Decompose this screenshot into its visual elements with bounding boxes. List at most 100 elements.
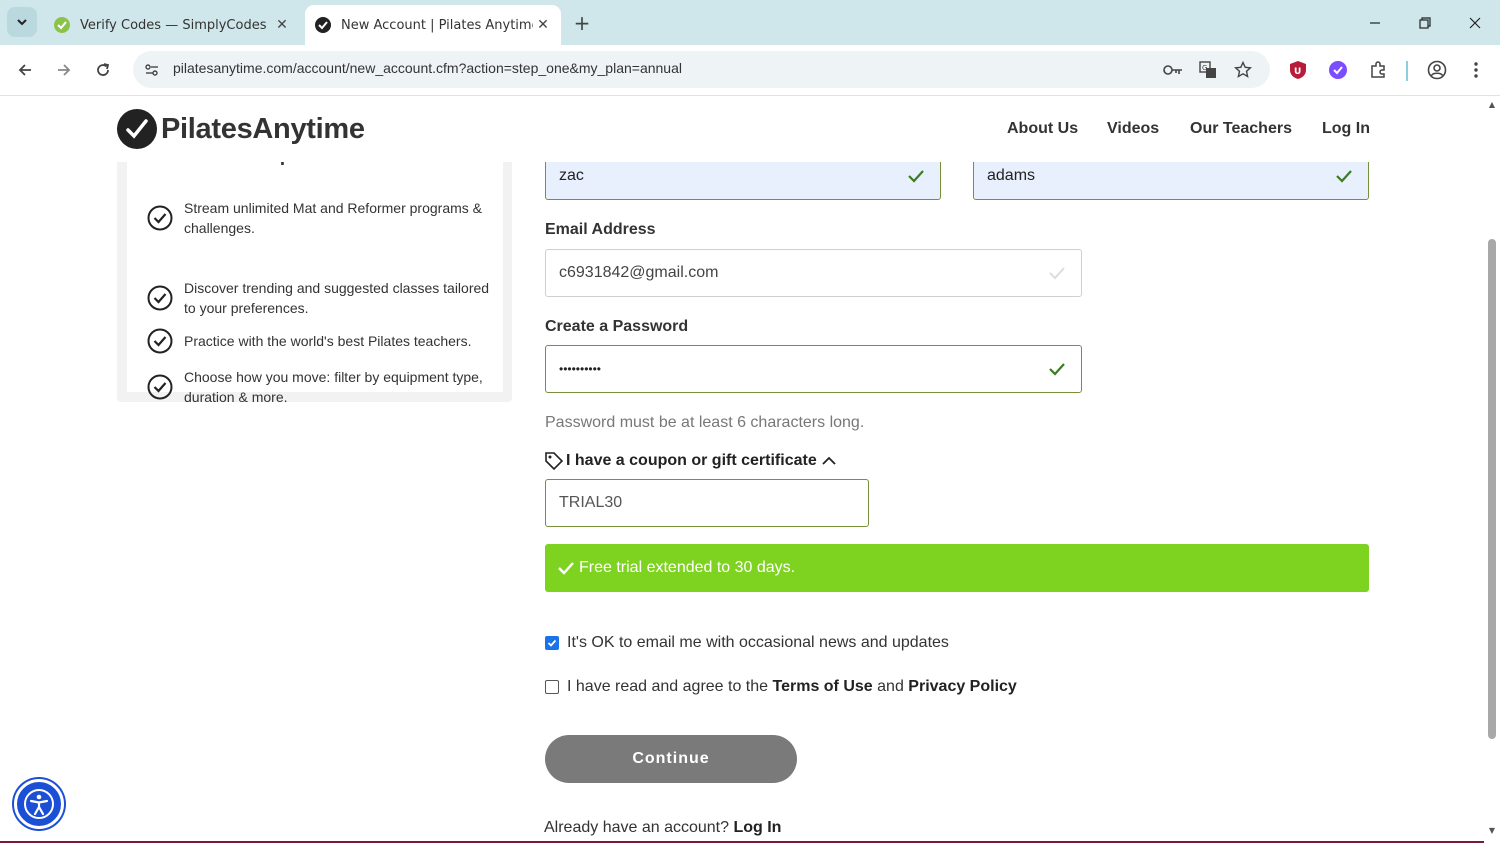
- terms-of-use-link[interactable]: Terms of Use: [773, 678, 873, 696]
- tag-icon: [545, 452, 564, 471]
- email-opt-in-checkbox[interactable]: [545, 636, 559, 650]
- scroll-up-arrow-icon[interactable]: ▲: [1487, 100, 1497, 110]
- browser-toolbar: pilatesanytime.com/account/new_account.c…: [0, 45, 1500, 96]
- password-value: ••••••••••: [559, 362, 602, 376]
- checkbox-check-icon: [547, 639, 557, 647]
- circle-check-icon: [147, 328, 173, 354]
- new-tab-button[interactable]: +: [570, 11, 594, 35]
- circle-check-icon: [147, 285, 173, 311]
- close-window-button[interactable]: [1460, 8, 1490, 38]
- privacy-policy-link[interactable]: Privacy Policy: [908, 678, 1017, 696]
- checkmark-icon: [908, 170, 924, 183]
- email-field[interactable]: c6931842@gmail.com: [545, 249, 1082, 297]
- simplycodes-extension-icon[interactable]: [1325, 57, 1351, 83]
- terms-checkbox[interactable]: [545, 680, 559, 694]
- restore-button[interactable]: [1410, 8, 1440, 38]
- restore-icon: [1419, 17, 1431, 29]
- scroll-down-arrow-icon[interactable]: ▼: [1487, 826, 1497, 836]
- address-bar[interactable]: pilatesanytime.com/account/new_account.c…: [133, 51, 1270, 88]
- arrow-right-icon: [58, 64, 71, 76]
- minimize-icon: [1370, 22, 1380, 24]
- ublock-extension-icon[interactable]: U: [1285, 57, 1311, 83]
- page-scrollbar[interactable]: ▲ ▼: [1484, 96, 1500, 843]
- tab-title: Verify Codes — SimplyCodes: [80, 17, 267, 33]
- coupon-value: TRIAL30: [559, 494, 623, 511]
- checkmark-icon: [1336, 170, 1352, 183]
- benefit-text: Practice with the world's best Pilates t…: [184, 333, 472, 349]
- nav-about-us[interactable]: About Us: [1007, 120, 1078, 138]
- benefit-item: Practice with the world's best Pilates t…: [147, 328, 497, 354]
- bookmark-star-icon[interactable]: [1232, 59, 1254, 81]
- arrow-left-icon: [18, 64, 31, 76]
- circle-check-icon: [147, 374, 173, 400]
- accessibility-button[interactable]: [14, 779, 64, 829]
- login-prompt: Already have an account? Log In: [544, 819, 781, 837]
- benefit-item: Stream unlimited Mat and Reformer progra…: [147, 198, 497, 238]
- terms-and: and: [877, 678, 904, 695]
- chevron-up-icon: [822, 456, 836, 465]
- toolbar-divider: [1406, 61, 1408, 81]
- nav-log-in[interactable]: Log In: [1322, 120, 1370, 138]
- benefit-text: Discover trending and suggested classes …: [184, 280, 490, 316]
- login-prompt-text: Already have an account?: [544, 819, 730, 836]
- translate-icon[interactable]: G: [1197, 59, 1219, 81]
- terms-prefix: I have read and agree to the: [567, 678, 769, 695]
- forward-button[interactable]: [49, 55, 79, 85]
- checkmark-icon: [1049, 267, 1065, 280]
- membership-benefits-card: Your Membership Includes: Stream unlimit…: [117, 132, 512, 405]
- benefits-inner-panel: Your Membership Includes: Stream unlimit…: [127, 132, 503, 405]
- site-info-icon[interactable]: [141, 59, 163, 81]
- back-button[interactable]: [10, 55, 40, 85]
- password-field[interactable]: ••••••••••: [545, 345, 1082, 393]
- coupon-input[interactable]: TRIAL30: [545, 479, 869, 527]
- close-tab-icon[interactable]: ✕: [533, 15, 553, 35]
- tab-new-account[interactable]: New Account | Pilates Anytime ✕: [305, 5, 561, 45]
- last-name-value: adams: [987, 167, 1036, 184]
- profile-icon[interactable]: [1424, 57, 1450, 83]
- svg-text:G: G: [1202, 64, 1207, 72]
- extensions-puzzle-icon[interactable]: [1365, 57, 1391, 83]
- close-icon: [1469, 17, 1481, 29]
- terms-row[interactable]: I have read and agree to the Terms of Us…: [545, 678, 1017, 696]
- email-value: c6931842@gmail.com: [559, 264, 719, 281]
- coupon-success-text: Free trial extended to 30 days.: [579, 559, 796, 576]
- benefit-item: Choose how you move: filter by equipment…: [147, 367, 497, 407]
- password-key-icon[interactable]: [1162, 59, 1184, 81]
- tab-title: New Account | Pilates Anytime: [341, 17, 533, 33]
- site-header: PilatesAnytime About Us Videos Our Teach…: [0, 96, 1484, 162]
- benefit-text: Choose how you move: filter by equipment…: [184, 369, 483, 405]
- password-label: Create a Password: [545, 318, 689, 335]
- checkmark-icon: [558, 562, 574, 575]
- first-name-value: zac: [559, 167, 584, 184]
- email-opt-in-row[interactable]: It's OK to email me with occasional news…: [545, 634, 949, 652]
- circle-check-icon: [147, 205, 173, 231]
- close-tab-icon[interactable]: ✕: [272, 15, 292, 35]
- continue-button[interactable]: Continue: [545, 735, 797, 783]
- benefit-text: Stream unlimited Mat and Reformer progra…: [184, 200, 482, 236]
- tab-verify-codes[interactable]: Verify Codes — SimplyCodes ✕: [44, 5, 300, 45]
- checkmark-icon: [1049, 363, 1065, 376]
- email-opt-in-label: It's OK to email me with occasional news…: [567, 634, 949, 651]
- pilates-logo-icon: [117, 109, 157, 149]
- minimize-button[interactable]: [1360, 8, 1390, 38]
- reload-button[interactable]: [88, 55, 118, 85]
- web-page: Your Membership Includes: Stream unlimit…: [0, 96, 1484, 843]
- coupon-success-banner: Free trial extended to 30 days.: [545, 544, 1369, 592]
- simplycodes-favicon-icon: [54, 17, 70, 33]
- password-hint: Password must be at least 6 characters l…: [545, 414, 865, 431]
- tab-search-button[interactable]: [7, 7, 37, 37]
- scrollbar-thumb[interactable]: [1488, 239, 1496, 739]
- nav-videos[interactable]: Videos: [1107, 120, 1159, 138]
- reload-icon: [97, 63, 110, 76]
- nav-our-teachers[interactable]: Our Teachers: [1190, 120, 1292, 138]
- login-link[interactable]: Log In: [733, 819, 781, 836]
- logo-text: PilatesAnytime: [161, 112, 365, 145]
- browser-menu-icon[interactable]: [1463, 57, 1489, 83]
- site-logo[interactable]: PilatesAnytime: [117, 109, 365, 149]
- browser-tabstrip: Verify Codes — SimplyCodes ✕ New Account…: [0, 0, 1500, 45]
- accessibility-icon: [24, 789, 54, 819]
- coupon-toggle[interactable]: I have a coupon or gift certificate: [544, 451, 837, 471]
- pilates-favicon-icon: [315, 17, 331, 33]
- chevron-down-icon: [17, 19, 27, 26]
- url-text[interactable]: pilatesanytime.com/account/new_account.c…: [173, 60, 682, 76]
